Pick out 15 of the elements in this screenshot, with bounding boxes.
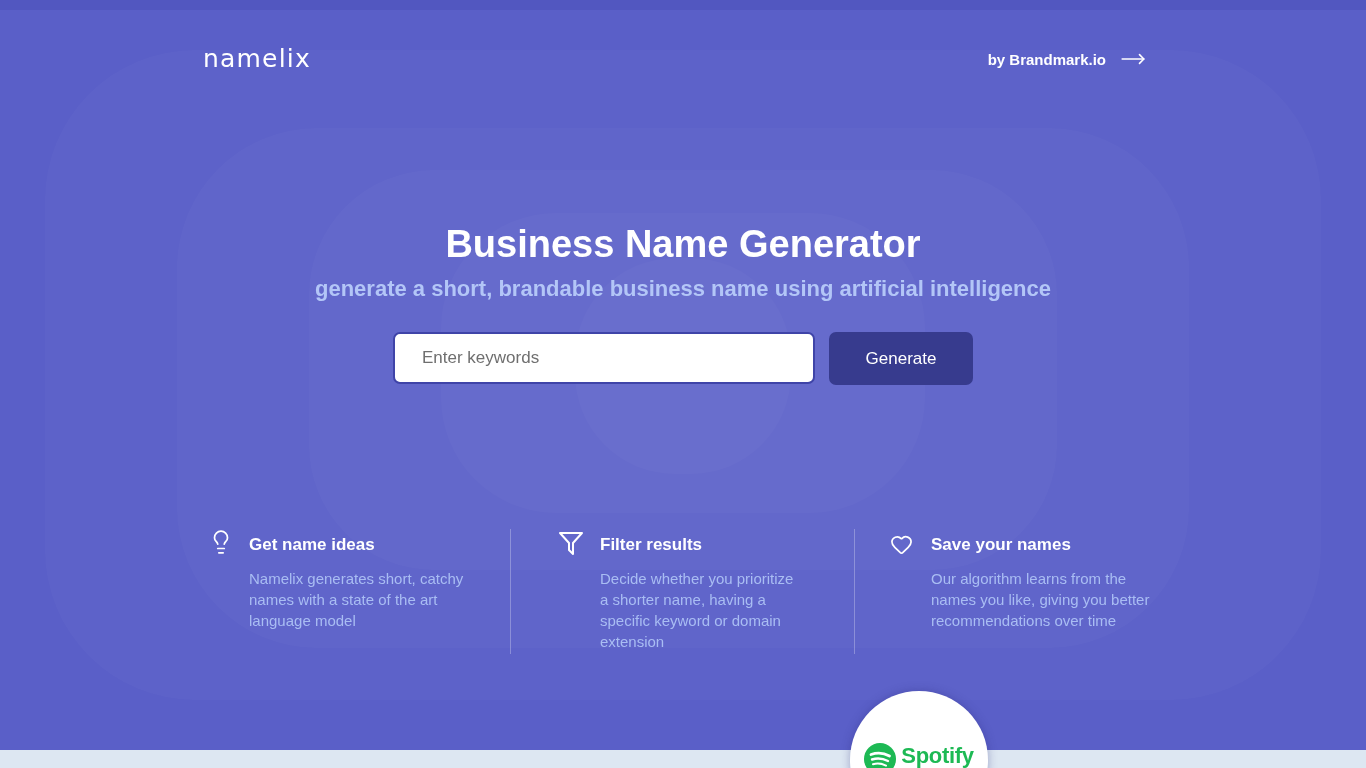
feature-description: Namelix generates short, catchy names with a state of the art language model: [249, 569, 465, 631]
logo[interactable]: namelix: [203, 44, 311, 74]
feature-title: Filter results: [600, 534, 704, 556]
heart-icon: [890, 533, 913, 556]
feature-description: Our algorithm learns from the names you like, giving you better recommendations over time: [931, 569, 1151, 631]
subtitle: generate a short, brandable business name using artificial intelligence: [314, 275, 1052, 303]
generate-button[interactable]: Generate: [829, 332, 973, 385]
brandmark-link[interactable]: by Brandmark.io: [987, 46, 1146, 72]
feature-description: Decide whether you prioritize a shorter name, having a specific keyword or domain extension: [600, 569, 795, 652]
page-title: Business Name Generator: [444, 222, 922, 267]
partner-name: Spotify: [901, 743, 974, 768]
feature-title: Save your names: [931, 534, 1072, 556]
keywords-input[interactable]: Enter keywords: [393, 332, 815, 384]
filter-icon: [559, 532, 583, 555]
feature-title: Get name ideas: [249, 534, 376, 556]
